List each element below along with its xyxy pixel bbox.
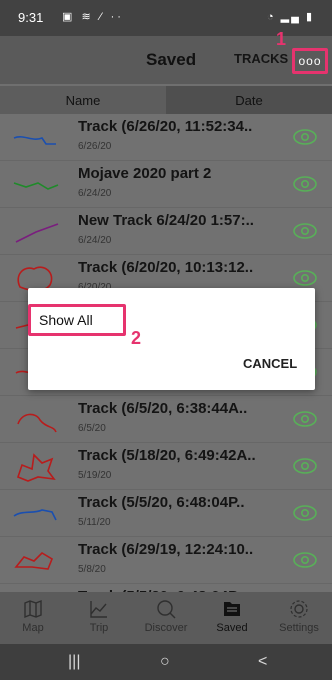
recents-button[interactable]: ||| xyxy=(68,653,80,671)
callout-number-1: 1 xyxy=(276,29,287,49)
gear-icon xyxy=(290,600,308,618)
eye-visibility-icon[interactable] xyxy=(292,409,318,429)
track-thumbnail-icon xyxy=(17,453,56,482)
track-date: 5/19/20 xyxy=(78,470,112,481)
tracks-filter-button[interactable]: TRACKS xyxy=(234,51,288,66)
track-row[interactable]: Track (5/5/20, 6:48:04P.. xyxy=(0,584,332,592)
track-title: Track (5/5/20, 6:48:04P.. xyxy=(78,494,245,511)
show-all-label: Show All xyxy=(39,312,93,328)
bottom-nav: Map Trip Discover Saved Settings xyxy=(0,592,332,644)
cancel-button[interactable]: CANCEL xyxy=(243,356,297,371)
nav-map[interactable]: Map xyxy=(0,596,66,642)
eye-visibility-icon[interactable] xyxy=(292,503,318,523)
nav-label-map: Map xyxy=(22,622,44,634)
eye-visibility-icon[interactable] xyxy=(292,268,318,288)
eye-visibility-icon[interactable] xyxy=(292,550,318,570)
home-button[interactable]: ○ xyxy=(160,653,170,671)
status-system-icons: ◔ ▂▄ ▮ xyxy=(266,11,314,23)
track-title: New Track 6/24/20 1:57:.. xyxy=(78,212,254,229)
track-title: Track (5/18/20, 6:49:42A.. xyxy=(78,447,256,464)
callout-number-2: 2 xyxy=(131,328,142,348)
track-date: 6/24/20 xyxy=(78,235,112,246)
track-date: 6/5/20 xyxy=(78,423,106,434)
track-thumbnail-icon xyxy=(13,182,59,190)
track-row[interactable]: Track (5/18/20, 6:49:42A.. 5/19/20 xyxy=(0,443,332,490)
system-nav-bar: ||| ○ < xyxy=(0,644,332,680)
nav-label-saved: Saved xyxy=(216,622,248,634)
track-thumbnail-icon xyxy=(17,413,57,433)
track-date: 5/8/20 xyxy=(78,564,106,575)
nav-label-trip: Trip xyxy=(89,622,109,634)
track-thumbnail-icon xyxy=(15,223,59,243)
track-thumbnail-icon xyxy=(13,509,57,521)
track-title: Mojave 2020 part 2 xyxy=(78,165,212,182)
more-options-button[interactable]: ooo xyxy=(292,48,328,74)
track-title: Track (6/5/20, 6:38:44A.. xyxy=(78,400,248,417)
track-title: Track (6/29/19, 12:24:10.. xyxy=(78,541,254,558)
folder-icon xyxy=(224,602,240,616)
track-date: 6/26/20 xyxy=(78,141,112,152)
more-icon: ooo xyxy=(298,54,322,68)
track-row[interactable]: Mojave 2020 part 2 6/24/20 xyxy=(0,161,332,208)
nav-saved[interactable]: Saved xyxy=(199,596,265,642)
track-row[interactable]: Track (5/5/20, 6:48:04P.. 5/11/20 xyxy=(0,490,332,537)
eye-visibility-icon[interactable] xyxy=(292,221,318,241)
status-notification-icons: ▣ ≋ ⁄ ·· xyxy=(62,11,124,23)
track-row[interactable]: New Track 6/24/20 1:57:.. 6/24/20 xyxy=(0,208,332,255)
eye-visibility-icon[interactable] xyxy=(292,174,318,194)
nav-discover[interactable]: Discover xyxy=(133,596,199,642)
back-button[interactable]: < xyxy=(258,653,267,671)
track-title: Track (6/26/20, 11:52:34.. xyxy=(78,118,253,135)
nav-label-discover: Discover xyxy=(144,622,188,634)
track-row[interactable]: Track (6/29/19, 12:24:10.. 5/8/20 xyxy=(0,537,332,584)
sort-tabs: Name Date xyxy=(0,86,332,114)
track-row[interactable]: Track (6/5/20, 6:38:44A.. 6/5/20 xyxy=(0,396,332,443)
search-icon xyxy=(157,600,176,619)
nav-settings[interactable]: Settings xyxy=(266,596,332,642)
page-title: Saved xyxy=(146,50,197,69)
map-icon xyxy=(24,599,42,619)
track-thumbnail-icon xyxy=(13,136,56,145)
track-row[interactable]: Track (6/26/20, 11:52:34.. 6/26/20 xyxy=(0,114,332,161)
track-date: 6/24/20 xyxy=(78,188,112,199)
eye-visibility-icon[interactable] xyxy=(292,456,318,476)
status-time: 9:31 xyxy=(18,10,44,25)
track-thumbnail-icon xyxy=(14,551,53,570)
eye-visibility-icon[interactable] xyxy=(292,127,318,147)
track-title: Track (6/20/20, 10:13:12.. xyxy=(78,259,254,276)
show-all-option[interactable]: Show All xyxy=(28,304,126,336)
nav-trip[interactable]: Trip xyxy=(66,596,132,642)
tab-sort-name[interactable]: Name xyxy=(0,86,166,114)
tab-sort-date[interactable]: Date xyxy=(166,86,332,114)
trip-chart-icon xyxy=(90,601,107,618)
track-date: 5/11/20 xyxy=(78,517,111,528)
nav-label-settings: Settings xyxy=(279,622,319,634)
